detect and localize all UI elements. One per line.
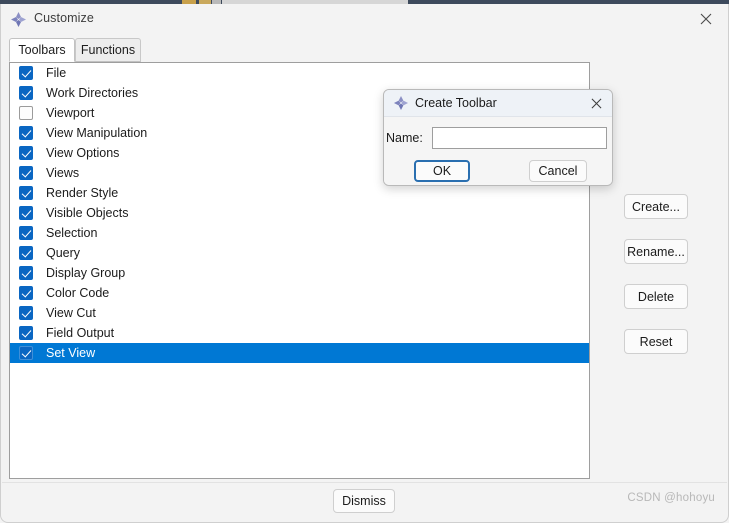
create-button-label: Create... [632, 199, 680, 214]
window-title: Customize [34, 11, 94, 25]
list-item-label: Display Group [46, 266, 126, 280]
checkbox-checked-icon[interactable] [19, 326, 33, 340]
checkbox-checked-icon[interactable] [19, 306, 33, 320]
watermark: CSDN @hohoyu [627, 492, 715, 504]
dialog-body: Name: OK Cancel [384, 117, 612, 185]
list-item-label: Query [46, 246, 81, 260]
list-item-label: Visible Objects [46, 206, 129, 220]
cancel-button[interactable]: Cancel [529, 160, 587, 182]
list-item-label: Viewport [46, 106, 95, 120]
list-item[interactable]: Display Group [10, 263, 589, 283]
create-button[interactable]: Create... [624, 194, 688, 219]
checkbox-checked-icon[interactable] [19, 166, 33, 180]
cancel-button-label: Cancel [538, 164, 578, 178]
create-toolbar-dialog: Create Toolbar Name: OK Cancel [383, 89, 613, 186]
abaqus-diamond-icon [393, 95, 409, 111]
action-button-group: Create... Rename... Delete Reset [624, 194, 690, 374]
checkbox-checked-icon[interactable] [19, 346, 33, 360]
close-icon [700, 13, 711, 25]
list-item[interactable]: Visible Objects [10, 203, 589, 223]
checkbox-checked-icon[interactable] [19, 226, 33, 240]
checkbox-checked-icon[interactable] [19, 146, 33, 160]
list-item[interactable]: Render Style [10, 183, 589, 203]
close-icon [591, 98, 601, 108]
reset-button[interactable]: Reset [624, 329, 688, 354]
list-item-label: Color Code [46, 286, 110, 300]
tab-toolbars-label: Toolbars [18, 43, 66, 57]
list-item[interactable]: Field Output [10, 323, 589, 343]
delete-button-label: Delete [637, 289, 675, 304]
list-item-label: Set View [46, 346, 96, 360]
checkbox-checked-icon[interactable] [19, 286, 33, 300]
customize-window: Customize Toolbars Functions File Work Di… [0, 4, 729, 523]
dialog-titlebar: Create Toolbar [384, 90, 612, 117]
checkbox-checked-icon[interactable] [19, 206, 33, 220]
dismiss-button[interactable]: Dismiss [333, 489, 395, 513]
window-close-button[interactable] [683, 4, 728, 34]
rename-button[interactable]: Rename... [624, 239, 688, 264]
dialog-close-button[interactable] [582, 90, 610, 116]
list-item-label: Field Output [46, 326, 115, 340]
list-item[interactable]: Selection [10, 223, 589, 243]
reset-button-label: Reset [639, 334, 673, 349]
checkbox-checked-icon[interactable] [19, 186, 33, 200]
list-item-label: Views [46, 166, 80, 180]
name-input[interactable] [432, 127, 607, 149]
window-footer: Dismiss CSDN @hohoyu [2, 482, 727, 521]
list-item[interactable]: File [10, 63, 589, 83]
checkbox-checked-icon[interactable] [19, 66, 33, 80]
dialog-title: Create Toolbar [415, 96, 497, 110]
list-item-label: Render Style [46, 186, 119, 200]
name-label: Name: [386, 131, 423, 145]
list-item[interactable]: Set View [10, 343, 589, 363]
rename-button-label: Rename... [627, 244, 685, 259]
screen: Customize Toolbars Functions File Work Di… [0, 0, 729, 523]
checkbox-checked-icon[interactable] [19, 126, 33, 140]
list-item-label: View Cut [46, 306, 96, 320]
list-item-label: Selection [46, 226, 98, 240]
list-item[interactable]: Query [10, 243, 589, 263]
dismiss-button-label: Dismiss [342, 494, 386, 508]
list-item[interactable]: Color Code [10, 283, 589, 303]
tab-functions-label: Functions [80, 43, 136, 57]
list-item-label: View Options [46, 146, 120, 160]
tab-functions[interactable]: Functions [75, 38, 141, 62]
list-item-label: File [46, 66, 67, 80]
list-item-label: Work Directories [46, 86, 139, 100]
delete-button[interactable]: Delete [624, 284, 688, 309]
tab-toolbars[interactable]: Toolbars [9, 38, 75, 62]
checkbox-unchecked-icon[interactable] [19, 106, 33, 120]
ok-button-label: OK [432, 164, 452, 178]
abaqus-diamond-icon [10, 11, 27, 28]
checkbox-checked-icon[interactable] [19, 266, 33, 280]
checkbox-checked-icon[interactable] [19, 86, 33, 100]
ok-button[interactable]: OK [414, 160, 470, 182]
tabstrip: Toolbars Functions [1, 38, 729, 62]
list-item-label: View Manipulation [46, 126, 148, 140]
checkbox-checked-icon[interactable] [19, 246, 33, 260]
window-titlebar: Customize [1, 4, 728, 34]
list-item[interactable]: View Cut [10, 303, 589, 323]
